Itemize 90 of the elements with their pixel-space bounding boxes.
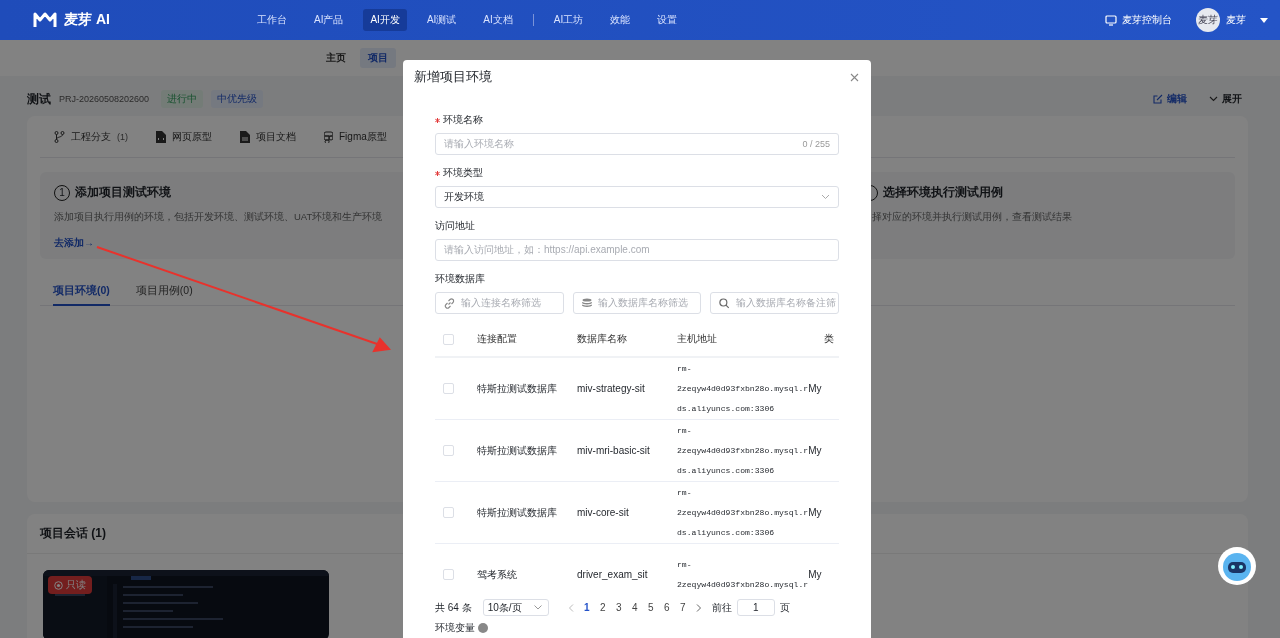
add-link[interactable]: 去添加→ — [54, 236, 94, 250]
dialog-title: 新增项目环境 — [414, 68, 492, 86]
resource-tab[interactable]: 工程分支 (1) — [54, 130, 128, 144]
table-cell-text: 驾考系统 — [477, 567, 518, 582]
project-name: 测试 — [27, 90, 51, 108]
user-avatar[interactable]: 麦芽 — [1196, 8, 1220, 32]
logo-icon — [33, 11, 57, 29]
field-label: 环境类型 — [443, 166, 483, 180]
page-number[interactable]: 3 — [610, 602, 627, 613]
table-cell-text: miv-strategy-sit — [577, 383, 646, 394]
goto-label: 前往 — [711, 600, 732, 615]
nav-tab[interactable]: AI工坊 — [546, 9, 591, 31]
table-cell-text: miv-mri-basic-sit — [577, 445, 651, 456]
database-icon — [581, 297, 592, 309]
read-only-badge: 只读 — [48, 576, 92, 594]
logo-text: 麦芽 AI — [64, 11, 110, 29]
table-cell-text: 特斯拉测试数据库 — [477, 381, 558, 396]
page-number[interactable]: 5 — [642, 602, 659, 613]
nav-tab[interactable]: AI测试 — [419, 9, 464, 31]
close-icon[interactable] — [850, 72, 859, 82]
nav-tab[interactable]: 工作台 — [250, 9, 294, 31]
resource-tab[interactable]: 网页原型 — [156, 130, 212, 144]
column-header: 类 — [824, 332, 835, 346]
status-tag: 进行中 — [161, 90, 204, 108]
page-number[interactable]: 4 — [626, 602, 643, 613]
field-label: 环境名称 — [443, 113, 483, 127]
help-icon[interactable] — [478, 623, 488, 633]
nav-tab[interactable]: 设置 — [650, 9, 685, 31]
page-number[interactable]: 1 — [578, 602, 595, 613]
expand-link[interactable]: 展开 — [1209, 92, 1242, 106]
row-checkbox[interactable] — [443, 569, 454, 580]
console-link[interactable]: 麦芽控制台 — [1105, 13, 1172, 27]
sub-tab[interactable]: 项目 — [360, 48, 396, 68]
assistant-icon[interactable] — [1217, 546, 1257, 586]
step-title: 选择环境执行测试用例 — [883, 184, 1003, 201]
table-cell-text: My — [808, 383, 823, 394]
nav-tab[interactable]: AI产品 — [307, 9, 351, 31]
link-icon — [444, 297, 455, 309]
nav-tab[interactable]: 效能 — [603, 9, 638, 31]
step-description: 添加项目执行用例的环境，包括开发环境、测试环境、UAT环境和生产环境 — [54, 211, 384, 224]
project-code: PRJ-20260508202600 — [59, 94, 150, 104]
table-cell-text: My — [808, 569, 823, 580]
row-checkbox[interactable] — [443, 383, 454, 394]
previous-page-icon[interactable] — [567, 603, 574, 612]
document-icon — [240, 131, 250, 143]
type-select[interactable]: 开发环境 — [435, 186, 839, 208]
column-header: 主机地址 — [677, 332, 718, 346]
column-header: 数据库名称 — [577, 332, 628, 346]
edit-link[interactable]: 编辑 — [1153, 92, 1187, 106]
page-input[interactable]: 1 — [736, 599, 775, 616]
resource-tab[interactable]: Figma原型 — [324, 130, 387, 144]
column-header: 连接配置 — [477, 332, 518, 346]
nav-tab[interactable]: AI开发 — [363, 9, 407, 31]
resource-tab[interactable]: 项目文档 — [240, 130, 296, 144]
select-all-checkbox[interactable] — [443, 333, 454, 345]
chevron-down-icon — [821, 194, 830, 200]
page-suffix: 页 — [779, 600, 790, 615]
page-number[interactable]: 6 — [658, 602, 675, 613]
field-label: 环境变量 — [435, 621, 475, 635]
next-page-icon[interactable] — [695, 603, 702, 612]
status-tag: 中优先级 — [211, 90, 264, 108]
table-cell-text: driver_exam_sit — [577, 569, 649, 580]
chevron-down-icon — [1209, 96, 1218, 102]
edit-icon — [1153, 94, 1163, 104]
eye-icon — [54, 580, 63, 590]
page-size-select[interactable]: 10条/页 — [482, 599, 549, 616]
nav-tab[interactable]: AI文档 — [476, 9, 520, 31]
tab[interactable]: 项目环境(0) — [53, 279, 110, 306]
tab[interactable]: 项目用例(0) — [135, 279, 193, 306]
code-file-icon — [156, 131, 166, 143]
row-checkbox[interactable] — [443, 507, 454, 518]
table-cell-text: rm-2zeqyw4d0d93fxbn28o.mysql.r — [677, 558, 809, 590]
user-name[interactable]: 麦芽 — [1226, 13, 1246, 27]
row-checkbox[interactable] — [443, 445, 454, 456]
caret-icon[interactable] — [1260, 17, 1268, 23]
field-label: 访问地址 — [435, 219, 475, 233]
search-icon — [719, 297, 730, 309]
monitor-icon — [1105, 14, 1117, 26]
figma-icon — [324, 131, 333, 143]
page-number[interactable]: 7 — [674, 602, 691, 613]
table-cell-text: 特斯拉测试数据库 — [477, 443, 558, 458]
sub-tab[interactable]: 主页 — [318, 48, 354, 68]
total-count: 共 64 条 — [435, 600, 472, 615]
step-title: 添加项目测试环境 — [75, 184, 171, 201]
table-cell-text: My — [808, 445, 823, 456]
branch-icon — [54, 131, 65, 143]
step-description: 择对应的环境并执行测试用例，查看测试结果 — [872, 211, 1073, 224]
chevron-down-icon — [533, 605, 542, 610]
page-number[interactable]: 2 — [594, 602, 611, 613]
field-label: 环境数据库 — [435, 272, 485, 286]
